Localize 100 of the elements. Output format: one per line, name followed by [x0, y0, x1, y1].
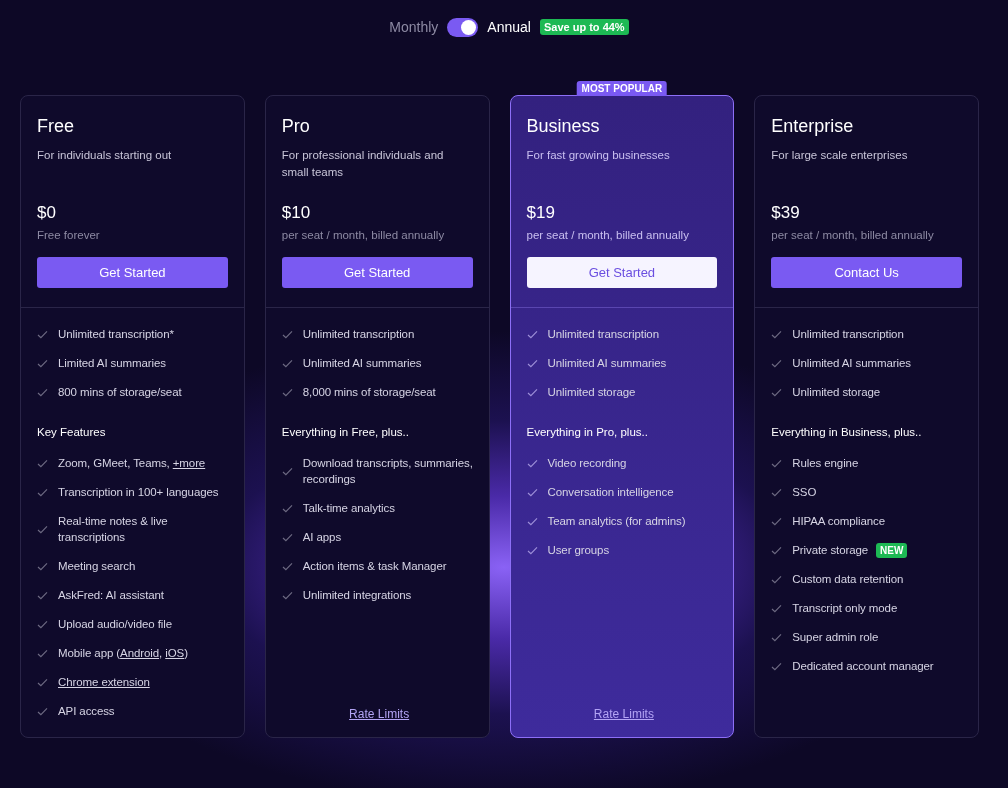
plan-button[interactable]: Contact Us	[771, 257, 962, 288]
plan-description: For large scale enterprises	[771, 148, 909, 163]
plan-name: Business	[526, 116, 601, 137]
feature-text: Rules engine	[792, 456, 859, 471]
plan-button[interactable]: Get Started	[281, 257, 473, 288]
plan-price: $0	[37, 203, 57, 223]
feature-text: HIPAA compliance	[792, 514, 886, 529]
section-title: Everything in Business, plus..	[771, 426, 923, 438]
check-icon	[526, 329, 538, 339]
check-icon	[526, 358, 538, 368]
check-icon	[281, 532, 293, 542]
get-started-button[interactable]: Get Started	[526, 257, 718, 288]
check-icon	[281, 590, 293, 600]
plan-name: Free	[37, 116, 75, 137]
annual-label[interactable]: Annual	[487, 19, 531, 35]
feature-text: Team analytics (for admins)	[547, 514, 686, 529]
check-icon	[771, 516, 783, 526]
feature-text: Super admin role	[792, 630, 879, 645]
check-icon	[771, 487, 783, 497]
check-icon	[771, 545, 783, 555]
check-icon	[281, 503, 293, 513]
feature-text: Real-time notes & live transcriptions	[58, 514, 169, 545]
check-icon	[771, 329, 783, 339]
check-icon	[771, 603, 783, 613]
feature-text: AskFred: AI assistant	[58, 588, 164, 603]
check-icon	[526, 458, 538, 468]
section-title: Everything in Free, plus..	[281, 426, 410, 438]
check-icon	[281, 358, 293, 368]
feature-link[interactable]: iOS	[165, 647, 185, 659]
check-icon	[281, 387, 293, 397]
check-icon	[37, 358, 48, 368]
feature-text: Unlimited transcription*	[58, 327, 174, 342]
feature-text: Transcription in 100+ languages	[58, 485, 219, 500]
check-icon	[771, 358, 783, 368]
savings-badge: Save up to 44%	[539, 19, 629, 35]
feature-text: Unlimited storage	[792, 385, 881, 400]
check-icon	[526, 387, 538, 397]
feature-text: 8,000 mins of storage/seat	[302, 385, 436, 400]
feature-text: Custom data retention	[792, 572, 904, 587]
check-icon	[37, 677, 48, 687]
feature-text: Mobile app (Android, iOS)	[58, 646, 188, 661]
check-icon	[281, 561, 293, 571]
price-note: per seat / month, billed annually	[771, 229, 935, 241]
check-icon	[281, 466, 293, 476]
feature-text: Unlimited transcription	[547, 327, 659, 342]
feature-text: Unlimited AI summaries	[302, 356, 422, 371]
feature-text: Unlimited AI summaries	[547, 356, 667, 371]
rate-limits-link[interactable]: Rate Limits	[349, 707, 410, 721]
feature-text: Unlimited transcription	[302, 327, 415, 342]
check-icon	[37, 329, 48, 339]
check-icon	[37, 590, 48, 600]
feature-text: Unlimited storage	[547, 385, 636, 400]
new-badge: NEW	[876, 542, 908, 558]
check-icon	[281, 329, 293, 339]
feature-text: Action items & task Manager	[302, 559, 447, 574]
feature-text: Download transcripts, summaries, recordings	[302, 456, 474, 487]
check-icon	[771, 458, 783, 468]
plan-name: Pro	[281, 116, 311, 137]
section-title: Key Features	[37, 426, 107, 438]
feature-text: Unlimited integrations	[302, 588, 412, 603]
check-icon	[771, 387, 783, 397]
price-note: Free forever	[37, 229, 101, 241]
price-note: per seat / month, billed annually	[526, 229, 690, 241]
feature-link[interactable]: +more	[172, 457, 206, 469]
check-icon	[37, 524, 48, 534]
check-icon	[37, 619, 48, 629]
check-icon	[771, 661, 783, 671]
check-icon	[771, 574, 783, 584]
plan-button[interactable]: Get Started	[37, 257, 228, 288]
plan-price: $39	[771, 203, 801, 223]
feature-text: Unlimited transcription	[792, 327, 904, 342]
most-popular-badge: MOST POPULAR	[576, 81, 668, 96]
feature-text: Conversation intelligence	[547, 485, 674, 500]
feature-text: AI apps	[302, 530, 342, 545]
feature-text: Upload audio/video file	[58, 617, 173, 632]
plan-price: $10	[281, 203, 312, 223]
check-icon	[37, 648, 48, 658]
check-icon	[526, 516, 538, 526]
check-icon	[526, 487, 538, 497]
feature-text: Transcript only mode	[792, 601, 898, 616]
feature-text: Dedicated account manager	[792, 659, 934, 674]
feature-link[interactable]: Chrome extension	[58, 676, 150, 688]
plan-description: For fast growing businesses	[526, 148, 671, 163]
rate-limits-link[interactable]: Rate Limits	[593, 707, 654, 721]
check-icon	[37, 706, 48, 716]
check-icon	[526, 545, 538, 555]
billing-toggle[interactable]	[447, 17, 479, 37]
check-icon	[37, 458, 48, 468]
feature-text: Limited AI summaries	[58, 356, 166, 371]
plan-name: Enterprise	[771, 116, 855, 137]
section-title: Everything in Pro, plus..	[526, 426, 649, 438]
plan-price: $19	[526, 203, 556, 223]
feature-text: SSO	[792, 485, 817, 500]
feature-text: Meeting search	[58, 559, 136, 574]
feature-text: Talk-time analytics	[302, 501, 395, 516]
check-icon	[37, 487, 48, 497]
plan-description: For professional individuals and small teams	[281, 148, 445, 180]
check-icon	[37, 387, 48, 397]
monthly-label[interactable]: Monthly	[389, 19, 439, 35]
check-icon	[771, 632, 783, 642]
